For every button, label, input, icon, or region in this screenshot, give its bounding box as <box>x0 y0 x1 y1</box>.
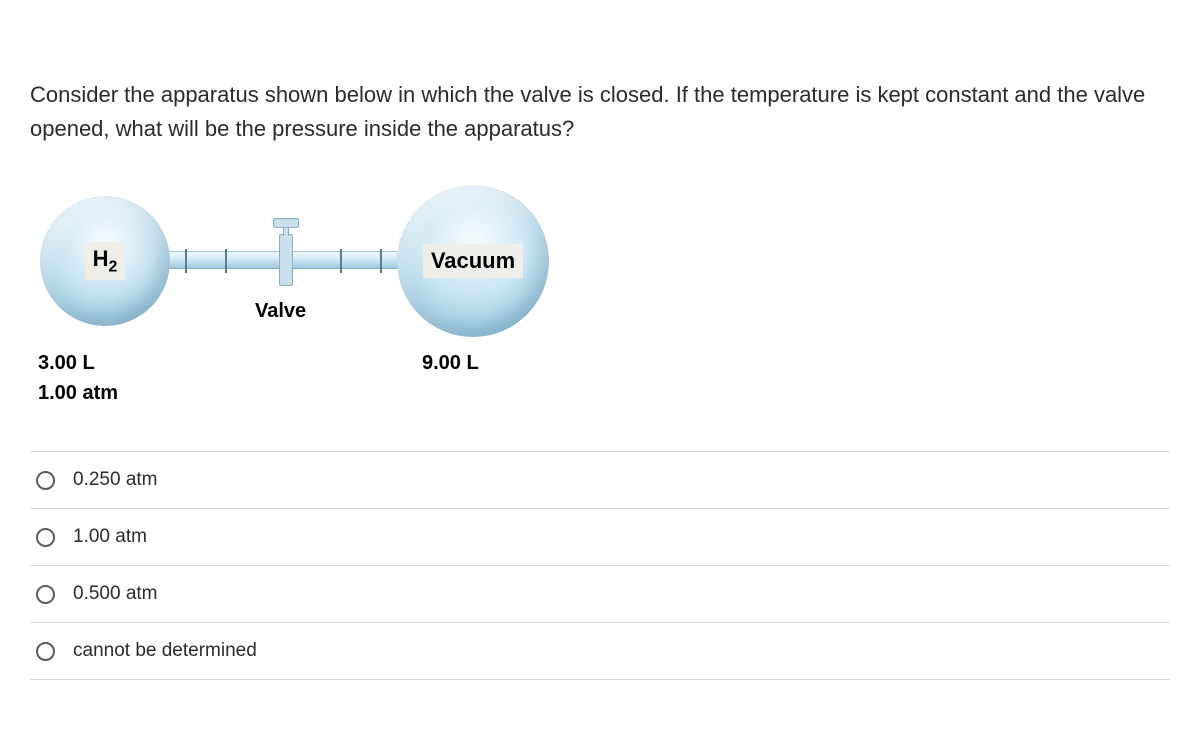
right-bulb-label: Vacuum <box>423 244 523 278</box>
option-row[interactable]: 0.250 atm <box>30 452 1170 509</box>
tick-mark <box>185 249 187 273</box>
answer-options: 0.250 atm 1.00 atm 0.500 atm cannot be d… <box>30 451 1170 680</box>
right-bulb: Vacuum <box>397 185 549 337</box>
option-label: cannot be determined <box>73 640 257 662</box>
apparatus-diagram: Valve H2 Vacuum 3.00 L 1.00 atm 9.00 L <box>30 196 1170 426</box>
gas-subscript: 2 <box>108 258 117 275</box>
gas-symbol: H <box>93 246 109 271</box>
left-bulb-info: 3.00 L 1.00 atm <box>38 348 118 408</box>
tick-mark <box>380 249 382 273</box>
option-row[interactable]: 1.00 atm <box>30 509 1170 566</box>
right-volume: 9.00 L <box>422 348 479 378</box>
valve-handle <box>273 218 299 228</box>
left-volume: 3.00 L <box>38 348 118 378</box>
option-label: 0.250 atm <box>73 469 158 491</box>
option-label: 1.00 atm <box>73 526 147 548</box>
right-bulb-info: 9.00 L <box>422 348 479 378</box>
tick-mark <box>225 249 227 273</box>
valve-label: Valve <box>255 300 306 323</box>
valve-body <box>279 234 293 286</box>
option-label: 0.500 atm <box>73 583 158 605</box>
radio-icon[interactable] <box>36 585 55 604</box>
option-row[interactable]: cannot be determined <box>30 623 1170 680</box>
question-text: Consider the apparatus shown below in wh… <box>30 78 1170 146</box>
radio-icon[interactable] <box>36 528 55 547</box>
option-row[interactable]: 0.500 atm <box>30 566 1170 623</box>
left-bulb-gas-label: H2 <box>85 242 126 280</box>
radio-icon[interactable] <box>36 642 55 661</box>
tick-mark <box>340 249 342 273</box>
left-bulb: H2 <box>40 196 170 326</box>
left-pressure: 1.00 atm <box>38 378 118 408</box>
radio-icon[interactable] <box>36 471 55 490</box>
